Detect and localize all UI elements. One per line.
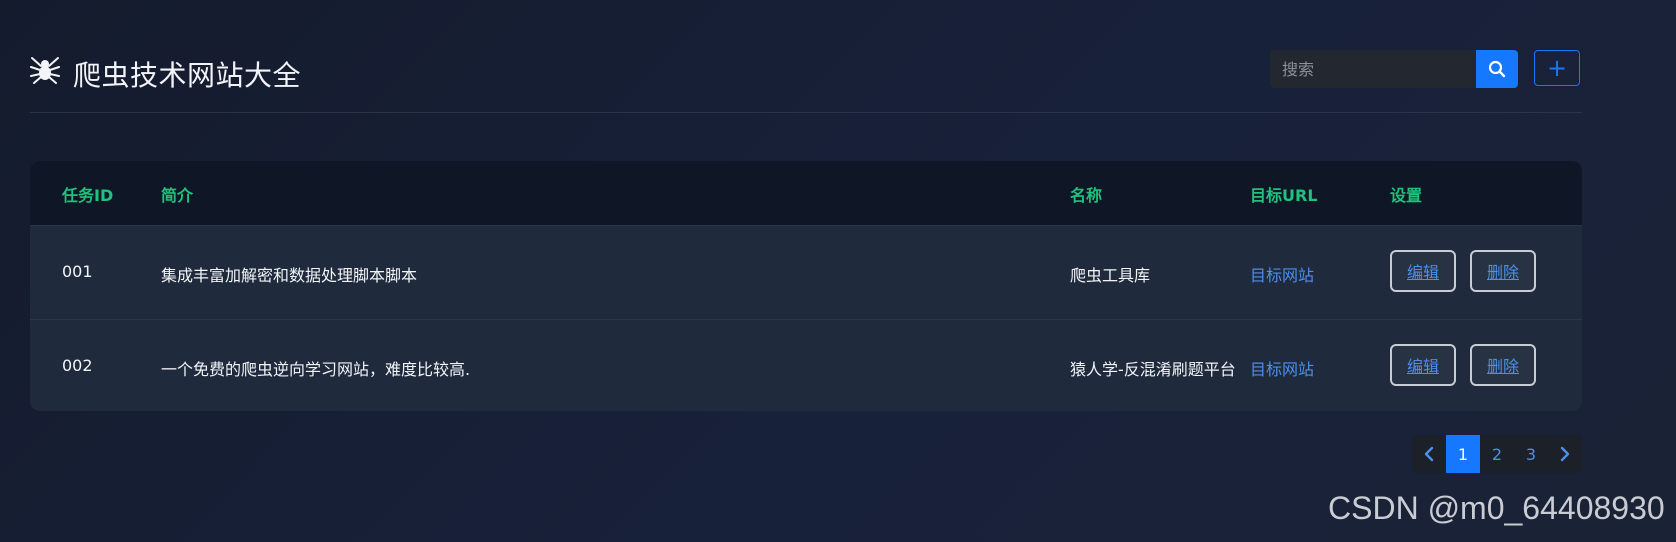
prev-page-button[interactable] bbox=[1412, 435, 1446, 473]
search-button[interactable] bbox=[1476, 50, 1518, 88]
cell-name: 爬虫工具库 bbox=[1070, 266, 1151, 285]
target-url-link[interactable]: 目标网站 bbox=[1250, 262, 1314, 286]
search-icon bbox=[1488, 60, 1506, 78]
target-url-link[interactable]: 目标网站 bbox=[1250, 356, 1314, 380]
cell-task-id: 001 bbox=[62, 262, 93, 281]
column-header-settings: 设置 bbox=[1390, 186, 1423, 205]
search-input[interactable] bbox=[1270, 50, 1476, 88]
cell-name: 猿人学-反混淆刷题平台 bbox=[1070, 360, 1236, 379]
column-header-target-url: 目标URL bbox=[1250, 186, 1318, 205]
table-header: 任务ID 简介 名称 目标URL 设置 bbox=[30, 161, 1582, 225]
page-title: 爬虫技术网站大全 bbox=[73, 59, 302, 92]
watermark: CSDN @m0_64408930 bbox=[1328, 490, 1665, 526]
delete-button[interactable]: 删除 bbox=[1470, 250, 1536, 292]
page-header: 爬虫技术网站大全 + bbox=[30, 44, 1582, 113]
next-page-button[interactable] bbox=[1548, 435, 1582, 473]
delete-button[interactable]: 删除 bbox=[1470, 344, 1536, 386]
page-button-3[interactable]: 3 bbox=[1514, 435, 1548, 473]
chevron-left-icon bbox=[1424, 446, 1434, 462]
search-bar bbox=[1270, 50, 1518, 88]
column-header-name: 名称 bbox=[1070, 186, 1103, 205]
cell-description: 集成丰富加解密和数据处理脚本脚本 bbox=[161, 266, 418, 285]
edit-button[interactable]: 编辑 bbox=[1390, 344, 1456, 386]
cell-task-id: 002 bbox=[62, 356, 93, 375]
add-button[interactable]: + bbox=[1534, 50, 1580, 86]
spider-icon bbox=[30, 57, 60, 84]
column-header-task-id: 任务ID bbox=[62, 186, 114, 205]
page-button-2[interactable]: 2 bbox=[1480, 435, 1514, 473]
edit-button[interactable]: 编辑 bbox=[1390, 250, 1456, 292]
chevron-right-icon bbox=[1560, 446, 1570, 462]
task-table: 任务ID 简介 名称 目标URL 设置 001 集成丰富加解密和数据处理脚本脚本… bbox=[30, 161, 1582, 411]
table-row: 002 一个免费的爬虫逆向学习网站，难度比较高. 猿人学-反混淆刷题平台 目标网… bbox=[30, 319, 1582, 411]
column-header-description: 简介 bbox=[161, 186, 194, 205]
cell-description: 一个免费的爬虫逆向学习网站，难度比较高. bbox=[161, 360, 471, 379]
table-row: 001 集成丰富加解密和数据处理脚本脚本 爬虫工具库 目标网站 编辑 删除 bbox=[30, 225, 1582, 319]
pagination: 1 2 3 bbox=[1412, 435, 1582, 473]
page-button-1[interactable]: 1 bbox=[1446, 435, 1480, 473]
